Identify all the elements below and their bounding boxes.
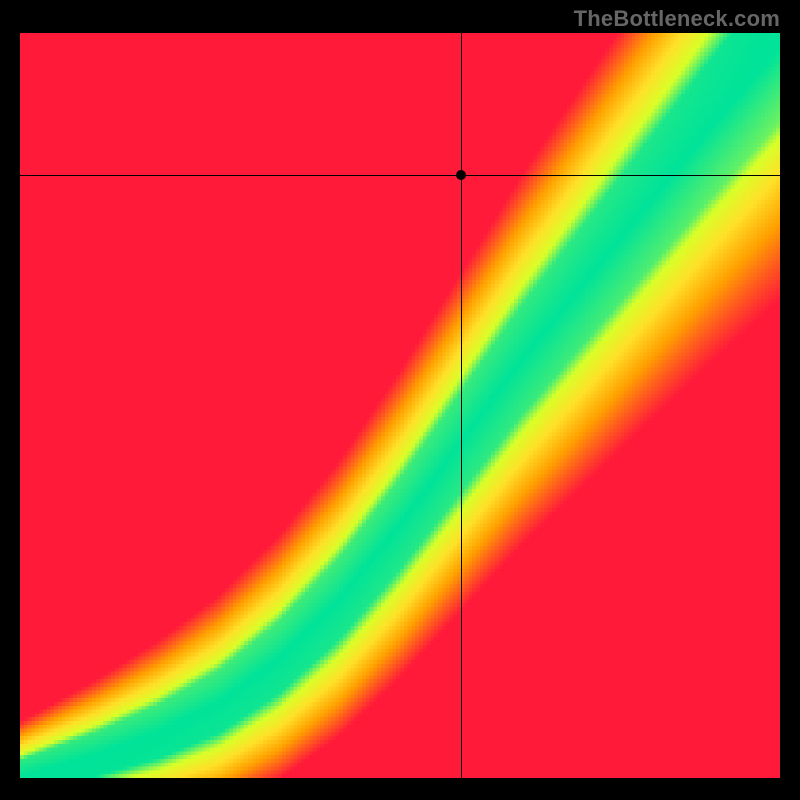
- crosshair-horizontal: [20, 175, 780, 176]
- chart-root: TheBottleneck.com: [0, 0, 800, 800]
- heatmap-plot: [20, 33, 780, 778]
- selected-point-marker: [456, 170, 466, 180]
- attribution-text: TheBottleneck.com: [574, 6, 780, 32]
- crosshair-vertical: [461, 33, 462, 778]
- heatmap-canvas: [20, 33, 780, 778]
